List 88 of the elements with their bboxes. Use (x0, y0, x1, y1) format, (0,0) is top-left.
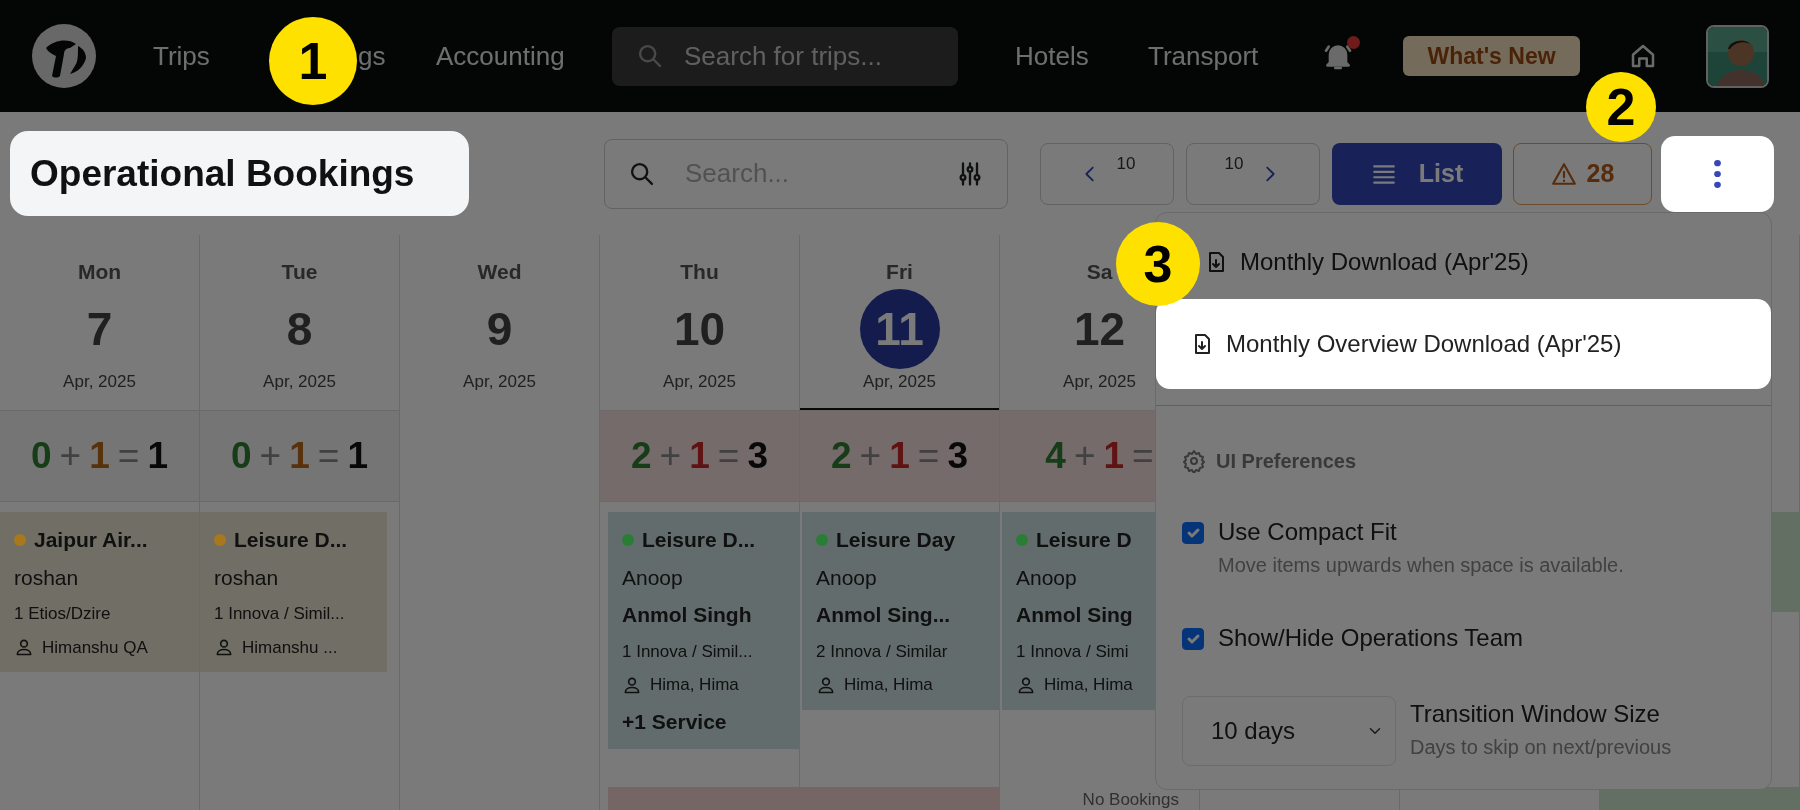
day-header[interactable]: Tue 8 Apr, 2025 (200, 235, 399, 410)
booking-title: Leisure Day (836, 527, 956, 553)
warning-icon (1550, 160, 1577, 187)
logo[interactable] (32, 24, 96, 88)
month-year: Apr, 2025 (262, 371, 337, 394)
vehicle-text: 2 Innova / Similar (816, 640, 949, 663)
booking-title: Leisure D... (642, 527, 756, 553)
nav-link[interactable]: Trips (153, 36, 218, 76)
booking-title: Leisure D (1036, 527, 1132, 553)
nav-link[interactable]: Transport (1148, 36, 1275, 76)
days-select[interactable]: 10 days (1182, 696, 1396, 766)
day-number: 8 (285, 302, 314, 358)
checkbox[interactable] (1182, 628, 1204, 650)
day-header[interactable]: Wed 9 Apr, 2025 (400, 235, 599, 410)
nav-link[interactable]: Accounting (436, 36, 587, 76)
day-number: 7 (85, 302, 114, 358)
option-hint: Days to skip on next/previous (1410, 735, 1672, 760)
staff-name: Himanshu ... (242, 636, 338, 659)
staff-name: Hima, Hima (650, 674, 739, 696)
driver-name: Anoop (622, 564, 684, 591)
day-name: Wed (477, 259, 522, 285)
person-icon (214, 637, 234, 658)
section-heading: UI Preferences (1216, 449, 1357, 474)
day-name: Fri (886, 259, 913, 285)
nav-link[interactable]: gs (358, 36, 388, 76)
day-number: 9 (485, 302, 514, 358)
vehicle-text: 1 Etios/Dzire (14, 603, 112, 625)
search-icon (636, 42, 664, 70)
driver-name: roshan (214, 564, 280, 591)
booking-card[interactable]: Leisure D... roshan 1 Innova / Simil... Himanshu ... (200, 512, 387, 672)
day-header[interactable]: Fri 11 Apr, 2025 (800, 235, 999, 410)
driver-name: Anoop (816, 564, 878, 591)
guest-name: Anmol Sing (1016, 602, 1134, 628)
day-number: 10 (672, 302, 727, 358)
previous-button[interactable]: 10 (1040, 142, 1174, 205)
more-options-button[interactable] (1661, 135, 1774, 212)
option-label: Use Compact Fit (1218, 517, 1398, 547)
booking-count: 0 + 1 = 1 (200, 410, 399, 502)
driver-name: Anoop (1016, 564, 1078, 591)
driver-name: roshan (14, 564, 80, 591)
day-header[interactable]: Mon 7 Apr, 2025 (0, 235, 199, 410)
alerts-button[interactable]: 28 (1513, 142, 1652, 205)
option-label: Transition Window Size (1410, 699, 1661, 729)
kebab-icon (1714, 159, 1721, 188)
next-button[interactable]: 10 (1186, 142, 1320, 205)
day-name: Sa (1086, 259, 1113, 285)
avatar[interactable] (1706, 24, 1769, 88)
whats-new-button[interactable]: What's New (1403, 36, 1580, 76)
day-name: Tue (281, 259, 318, 285)
search-field[interactable]: Search for trips... (612, 26, 958, 86)
day-name: Mon (77, 259, 122, 285)
month-year: Apr, 2025 (462, 371, 537, 394)
vehicle-text: 1 Innova / Simil... (214, 603, 346, 625)
staff-name: Himanshu QA (42, 636, 148, 659)
booking-card[interactable]: Jaipur Air... roshan 1 Etios/Dzire Himanshu QA (0, 512, 199, 672)
booking-count: 2 + 1 = 3 (800, 410, 999, 502)
option-label: Show/Hide Operations Team (1218, 623, 1524, 653)
person-icon (14, 637, 34, 658)
booking-card[interactable]: Leisure Day Anoop Anmol Sing... 2 Innova / Similar Hima, Hima (802, 512, 999, 710)
empty-note: No Bookings (1081, 789, 1180, 810)
month-year: Apr, 2025 (62, 371, 137, 394)
day-number: 11 (859, 289, 940, 370)
gear-icon (1182, 449, 1206, 473)
option-hint: Move items upwards when space is available. (1218, 553, 1624, 578)
extra-services: +1 Service (622, 708, 728, 735)
step-marker: 3 (1116, 222, 1200, 306)
staff-name: Hima, Hima (1044, 674, 1133, 696)
day-header[interactable]: Thu 10 Apr, 2025 (600, 235, 799, 410)
guest-name: Anmol Singh (622, 602, 753, 628)
day-name: Thu (680, 259, 719, 285)
booking-title: Leisure D... (234, 527, 348, 553)
booking-count: 2 + 1 = 3 (600, 410, 799, 502)
guest-name: Anmol Sing... (816, 602, 952, 628)
month-year: Apr, 2025 (662, 371, 737, 394)
nav-link[interactable]: Hotels (1015, 36, 1099, 76)
checkbox[interactable] (1182, 522, 1204, 544)
menu-item[interactable]: Monthly Download (Apr'25) (1204, 231, 1529, 293)
vehicle-text: 1 Innova / Simi (1016, 640, 1130, 663)
month-year: Apr, 2025 (1062, 371, 1137, 394)
menu-item[interactable]: Monthly Overview Download (Apr'25) (1156, 299, 1771, 389)
page-title: Operational Bookings (10, 131, 469, 216)
booking-title: Jaipur Air... (34, 527, 148, 553)
booking-card[interactable]: Leisure D... Anoop Anmol Singh 1 Innova / Simil... Hima, Hima +1 Service (608, 512, 799, 749)
vehicle-text: 1 Innova / Simil... (622, 640, 754, 663)
staff-name: Hima, Hima (844, 674, 933, 696)
booking-count: 0 + 1 = 1 (0, 410, 199, 502)
month-year: Apr, 2025 (862, 371, 937, 394)
list-view-button[interactable]: List (1332, 142, 1502, 205)
